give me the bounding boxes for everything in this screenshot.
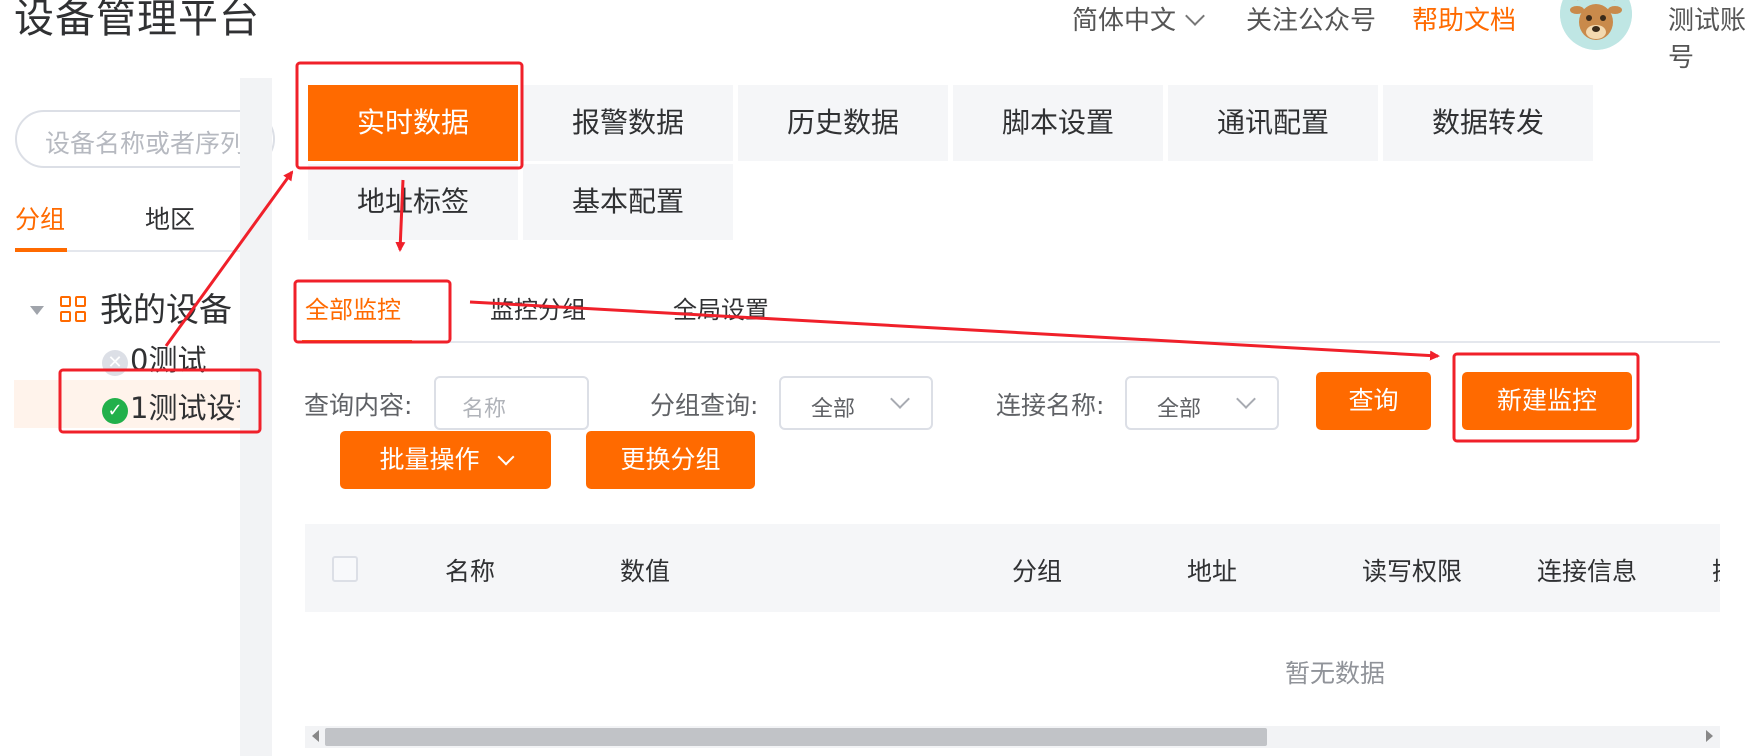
tab-alarm-data[interactable]: 报警数据 — [523, 85, 733, 161]
app-title: 设备管理平台 — [14, 0, 260, 42]
avatar[interactable] — [1560, 0, 1632, 50]
tab-realtime-data[interactable]: 实时数据 — [308, 85, 518, 161]
chevron-down-icon — [890, 389, 910, 409]
query-placeholder: 名称 — [462, 397, 507, 422]
sidebar-tab-indicator — [15, 248, 67, 252]
scrollbar-thumb[interactable] — [325, 728, 1267, 746]
subtab-divider — [302, 341, 1720, 343]
new-monitor-button[interactable]: 新建监控 — [1462, 372, 1632, 430]
subtab-all-monitors[interactable]: 全部监控 — [305, 290, 401, 325]
column-value: 数值 — [620, 557, 671, 586]
help-docs-link[interactable]: 帮助文档 — [1412, 0, 1516, 37]
chevron-down-icon — [1185, 6, 1205, 26]
scroll-left-arrow-icon[interactable] — [312, 730, 319, 742]
batch-operation-label: 批量操作 — [379, 445, 480, 474]
chevron-down-icon — [497, 448, 514, 466]
query-label: 查询内容: — [304, 391, 413, 420]
column-actions: 操作 — [1712, 552, 1720, 588]
tab-comm-config[interactable]: 通讯配置 — [1168, 85, 1378, 161]
arrow-subtab-to-new — [469, 300, 1440, 361]
app-window: 设备管理平台 简体中文 关注公众号 帮助文档 测试账号 设备名称或者序列号 分组… — [0, 0, 1754, 756]
group-filter-label: 分组查询: — [650, 391, 759, 420]
search-button[interactable]: 查询 — [1316, 372, 1431, 430]
chevron-down-icon — [1236, 389, 1256, 409]
tree-root-label: 我的设备 — [100, 290, 232, 329]
user-name[interactable]: 测试账号 — [1668, 0, 1754, 74]
conn-filter-select[interactable]: 全部 — [1125, 376, 1279, 430]
sidebar-overflow-mask — [240, 78, 272, 756]
tab-address-tags[interactable]: 地址标签 — [308, 164, 518, 240]
language-selector[interactable]: 简体中文 — [1072, 0, 1205, 37]
query-input[interactable]: 名称 — [434, 376, 589, 430]
change-group-button[interactable]: 更换分组 — [586, 431, 755, 489]
group-filter-select[interactable]: 全部 — [779, 376, 933, 430]
sidebar-tab-region[interactable]: 地区 — [145, 200, 195, 236]
language-label: 简体中文 — [1072, 6, 1177, 36]
subtab-indicator — [302, 340, 412, 343]
sidebar-tab-group[interactable]: 分组 — [15, 200, 65, 236]
column-name: 名称 — [445, 557, 496, 586]
conn-filter-label: 连接名称: — [996, 391, 1105, 420]
tab-script-settings[interactable]: 脚本设置 — [953, 85, 1163, 161]
subtab-global-settings[interactable]: 全局设置 — [673, 290, 769, 325]
device-label: 0测试 — [130, 343, 207, 377]
tab-basic-config[interactable]: 基本配置 — [523, 164, 733, 240]
subtab-monitor-groups[interactable]: 监控分组 — [490, 290, 586, 325]
caret-down-icon[interactable] — [30, 306, 44, 315]
offline-status-icon: ✕ — [102, 350, 128, 376]
follow-link[interactable]: 关注公众号 — [1246, 0, 1376, 37]
online-status-icon: ✓ — [102, 398, 128, 424]
tab-history-data[interactable]: 历史数据 — [738, 85, 948, 161]
deer-avatar-icon — [1560, 0, 1632, 50]
tree-root-my-devices[interactable]: 我的设备 — [30, 283, 232, 331]
device-search-placeholder: 设备名称或者序列号 — [45, 129, 271, 158]
empty-state-text: 暂无数据 — [1285, 659, 1386, 688]
device-search-input[interactable]: 设备名称或者序列号 — [15, 110, 275, 168]
scroll-right-arrow-icon[interactable] — [1706, 730, 1713, 742]
tree-item-device-0[interactable]: ✕ 0测试 — [102, 337, 206, 379]
column-connection: 连接信息 — [1537, 557, 1638, 586]
select-all-checkbox[interactable] — [332, 556, 358, 582]
conn-filter-value: 全部 — [1157, 397, 1202, 422]
column-address: 地址 — [1187, 557, 1238, 586]
group-grid-icon — [60, 296, 88, 324]
column-permission: 读写权限 — [1362, 557, 1463, 586]
batch-operation-button[interactable]: 批量操作 — [340, 431, 551, 489]
group-filter-value: 全部 — [811, 397, 856, 422]
column-actions-clip: 操作 — [1712, 540, 1720, 600]
tab-data-forward[interactable]: 数据转发 — [1383, 85, 1593, 161]
column-group: 分组 — [1012, 557, 1063, 586]
